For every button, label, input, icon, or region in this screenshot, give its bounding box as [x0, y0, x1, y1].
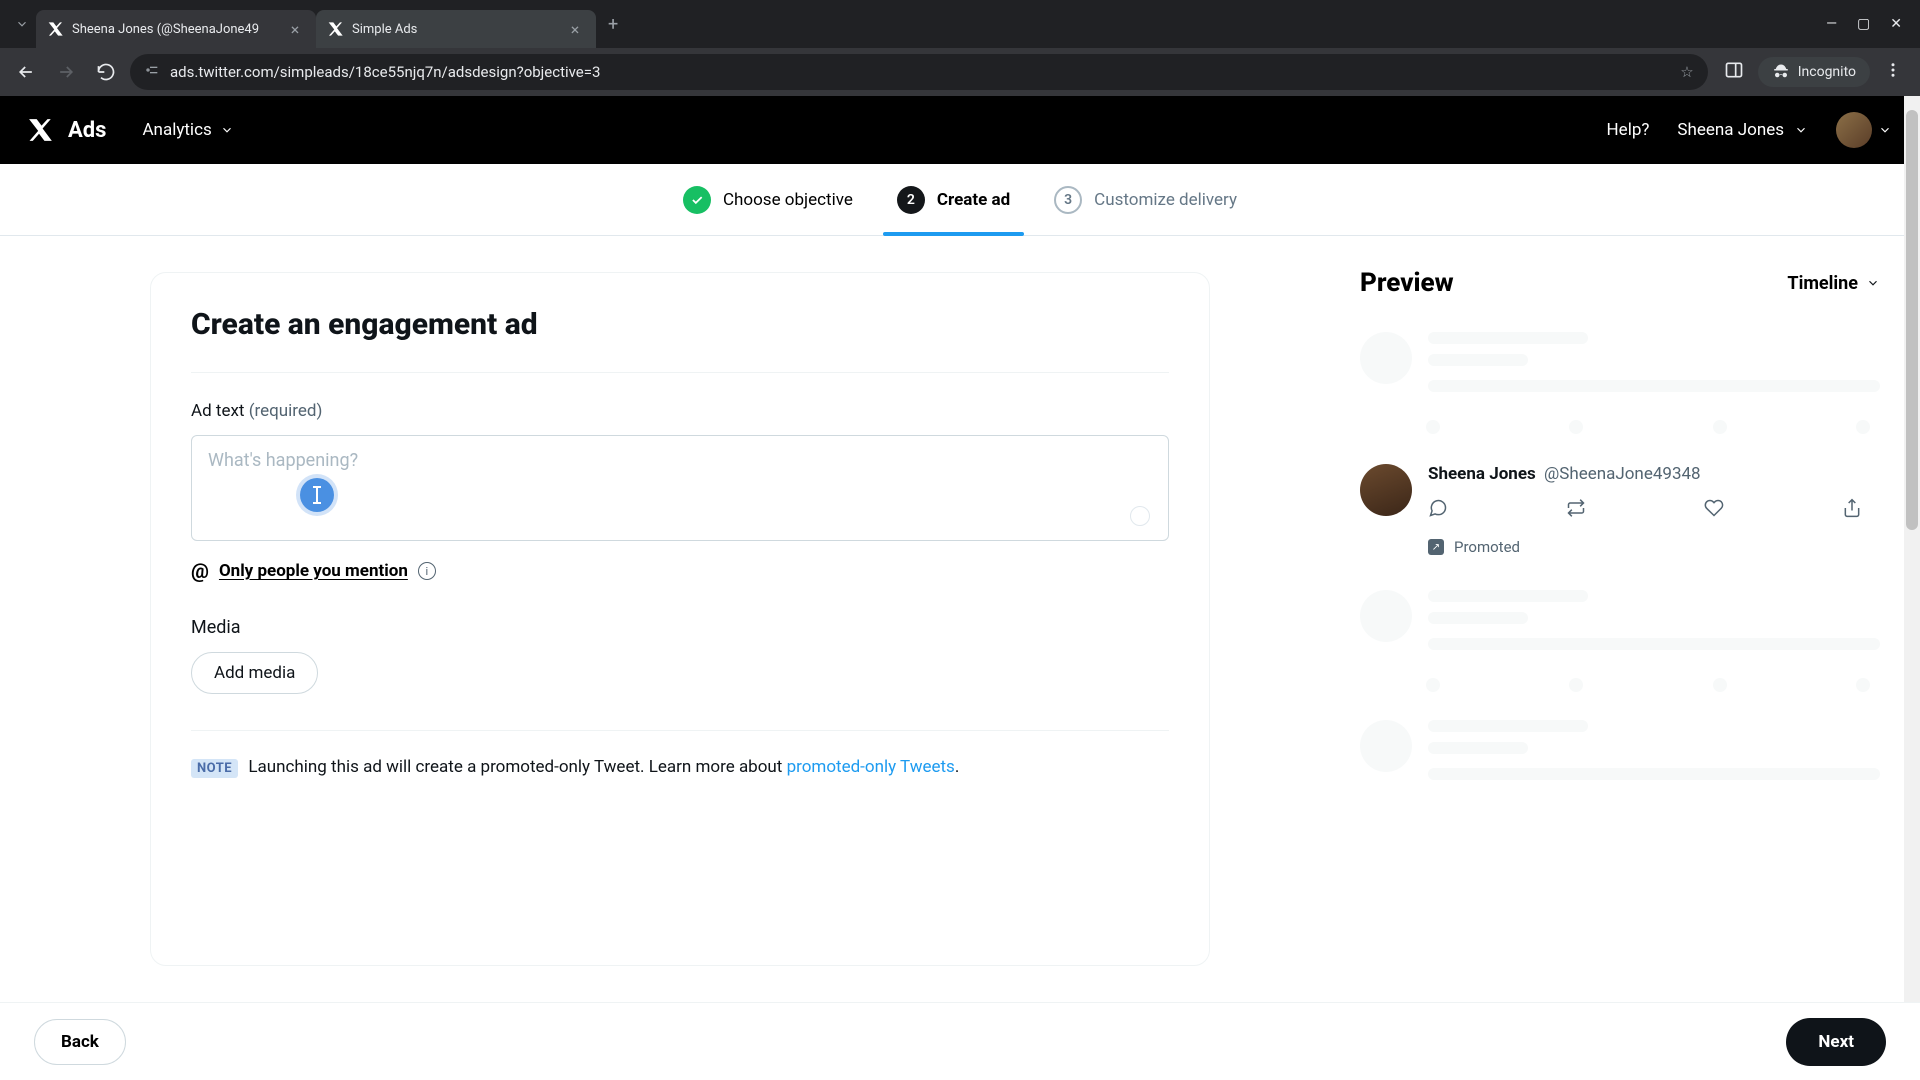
preview-title: Preview — [1360, 268, 1454, 298]
avatar — [1836, 112, 1872, 148]
text-cursor-indicator-icon — [300, 478, 334, 512]
chevron-down-icon — [1878, 123, 1892, 137]
user-name: Sheena Jones — [1677, 120, 1784, 140]
chevron-down-icon — [1866, 276, 1880, 290]
incognito-icon — [1772, 63, 1790, 81]
promoted-tweets-link[interactable]: promoted-only Tweets — [787, 757, 955, 777]
avatar — [1360, 464, 1412, 516]
reply-icon[interactable] — [1428, 498, 1448, 522]
chrome-menu-icon[interactable] — [1884, 61, 1902, 83]
window-controls: — ▢ ✕ — [1826, 16, 1912, 32]
preview-mode-label: Timeline — [1787, 273, 1858, 294]
promoted-arrow-icon: ↗ — [1428, 539, 1444, 555]
at-icon: @ — [191, 559, 209, 583]
promoted-row: ↗ Promoted — [1428, 538, 1880, 556]
footer-bar: Back Next — [0, 1002, 1920, 1080]
progress-stepper: Choose objective 2 Create ad 3 Customize… — [0, 164, 1920, 236]
like-icon[interactable] — [1704, 498, 1724, 522]
incognito-badge[interactable]: Incognito — [1758, 57, 1870, 87]
chevron-down-icon — [220, 123, 234, 137]
reply-settings[interactable]: @ Only people you mention i — [191, 559, 1169, 583]
tab-close-icon[interactable]: × — [566, 20, 584, 39]
ad-text-input[interactable] — [208, 450, 1152, 526]
tab-title: Simple Ads — [352, 22, 558, 37]
site-info-icon[interactable] — [144, 62, 160, 82]
reload-icon[interactable] — [90, 56, 122, 88]
forward-nav-icon[interactable] — [50, 56, 82, 88]
note-row: NOTE Launching this ad will create a pro… — [191, 730, 1169, 781]
ad-text-label: Ad text (required) — [191, 401, 1169, 421]
reply-settings-label: Only people you mention — [219, 561, 408, 581]
side-panel-icon[interactable] — [1724, 60, 1744, 84]
note-badge: NOTE — [191, 759, 238, 778]
analytics-menu[interactable]: Analytics — [142, 120, 233, 140]
back-button[interactable]: Back — [34, 1019, 126, 1065]
step-customize-delivery[interactable]: 3 Customize delivery — [1054, 164, 1237, 235]
post-author: Sheena Jones @SheenaJone49348 — [1428, 464, 1880, 484]
close-window-icon[interactable]: ✕ — [1890, 16, 1902, 32]
retweet-icon[interactable] — [1566, 498, 1586, 522]
preview-mode-dropdown[interactable]: Timeline — [1787, 273, 1880, 294]
url-bar[interactable]: ads.twitter.com/simpleads/18ce55njq7n/ad… — [130, 54, 1708, 90]
step-number: 3 — [1054, 186, 1082, 214]
media-label: Media — [191, 617, 1169, 638]
browser-tab-inactive[interactable]: Sheena Jones (@SheenaJone49 × — [36, 10, 316, 48]
x-favicon-icon — [48, 21, 64, 37]
tab-close-icon[interactable]: × — [286, 20, 304, 39]
emoji-picker-icon[interactable] — [1130, 506, 1150, 526]
analytics-label: Analytics — [142, 120, 211, 140]
maximize-icon[interactable]: ▢ — [1857, 16, 1870, 32]
share-icon[interactable] — [1842, 498, 1862, 522]
browser-tab-strip: Sheena Jones (@SheenaJone49 × Simple Ads… — [0, 0, 1920, 48]
content-area: Create an engagement ad Ad text (require… — [0, 236, 1920, 1002]
skeleton-post — [1360, 576, 1880, 706]
step-label: Customize delivery — [1094, 190, 1237, 210]
minimize-icon[interactable]: — — [1826, 16, 1837, 32]
x-favicon-icon — [328, 21, 344, 37]
bookmark-star-icon[interactable]: ☆ — [1680, 63, 1693, 81]
brand-label: Ads — [68, 118, 106, 143]
step-label: Choose objective — [723, 190, 853, 210]
next-button[interactable]: Next — [1786, 1018, 1886, 1066]
profile-menu[interactable] — [1836, 112, 1892, 148]
step-choose-objective[interactable]: Choose objective — [683, 164, 853, 235]
incognito-label: Incognito — [1798, 64, 1856, 80]
divider — [191, 372, 1169, 373]
step-create-ad[interactable]: 2 Create ad — [897, 164, 1010, 235]
info-icon[interactable]: i — [418, 562, 436, 580]
tab-title: Sheena Jones (@SheenaJone49 — [72, 22, 278, 37]
skeleton-post — [1360, 318, 1880, 448]
app-header: Ads Analytics Help? Sheena Jones — [0, 96, 1920, 164]
page-title: Create an engagement ad — [191, 307, 1169, 342]
back-nav-icon[interactable] — [10, 56, 42, 88]
ad-text-field-wrap — [191, 435, 1169, 541]
note-text: Launching this ad will create a promoted… — [248, 757, 786, 777]
preview-panel: Preview Timeline Sheena — [1360, 236, 1920, 1002]
form-card: Create an engagement ad Ad text (require… — [150, 272, 1210, 966]
browser-toolbar: ads.twitter.com/simpleads/18ce55njq7n/ad… — [0, 48, 1920, 96]
scrollbar-thumb[interactable] — [1906, 110, 1918, 530]
ad-preview-post: Sheena Jones @SheenaJone49348 ↗ Promoted — [1360, 448, 1880, 576]
step-label: Create ad — [937, 190, 1010, 210]
chevron-down-icon — [1794, 123, 1808, 137]
help-link[interactable]: Help? — [1607, 120, 1650, 140]
x-logo-icon — [28, 117, 54, 143]
post-actions — [1428, 484, 1880, 522]
add-media-button[interactable]: Add media — [191, 652, 318, 694]
new-tab-button[interactable]: + — [596, 14, 630, 35]
account-switcher[interactable]: Sheena Jones — [1677, 120, 1808, 140]
step-number: 2 — [897, 186, 925, 214]
brand[interactable]: Ads — [28, 117, 106, 143]
promoted-label: Promoted — [1454, 538, 1520, 556]
browser-tab-active[interactable]: Simple Ads × — [316, 10, 596, 48]
skeleton-post — [1360, 706, 1880, 814]
check-icon — [683, 186, 711, 214]
url-text: ads.twitter.com/simpleads/18ce55njq7n/ad… — [170, 63, 1670, 81]
tab-search-dropdown[interactable] — [8, 10, 36, 38]
